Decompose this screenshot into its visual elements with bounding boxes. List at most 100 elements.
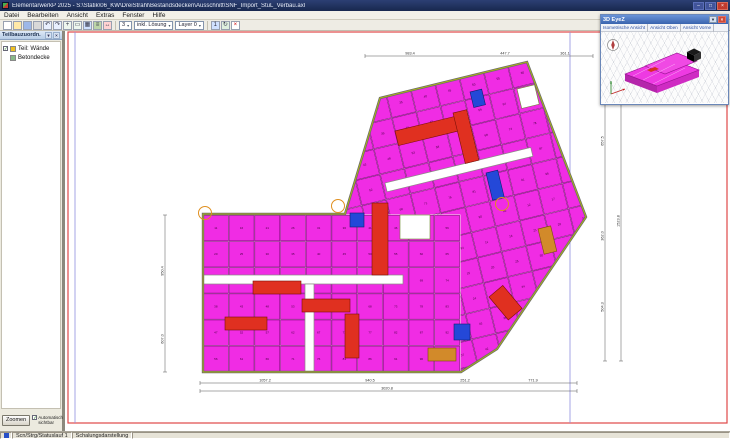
svg-text:32: 32 [624, 179, 629, 184]
svg-text:73: 73 [673, 274, 678, 279]
checkbox-checked[interactable]: ✓ [3, 46, 8, 51]
svg-text:361.1: 361.1 [560, 52, 570, 56]
undo-icon[interactable]: ↶ [43, 21, 52, 30]
svg-text:52: 52 [533, 335, 538, 340]
menu-bearbeiten[interactable]: Bearbeiten [23, 11, 62, 20]
svg-text:74: 74 [445, 278, 449, 282]
auto-visible-label: Automatisch sichtbar [38, 415, 63, 425]
svg-text:950.4: 950.4 [161, 266, 165, 276]
panel-footer: Zoomen ✓ Automatisch sichtbar [1, 410, 62, 430]
svg-text:1057.2: 1057.2 [259, 379, 271, 383]
svg-text:41: 41 [466, 57, 471, 62]
svg-text:74: 74 [551, 90, 556, 95]
svg-text:29: 29 [332, 143, 337, 148]
solution-number-combo[interactable]: 3 ▾ [119, 21, 132, 30]
3d-window-title: 3D EyeZ [603, 17, 708, 23]
3d-close-button[interactable]: × [718, 16, 726, 23]
svg-text:38: 38 [214, 305, 218, 309]
solution-mode-combo[interactable]: inkl. Lösung ▾ [134, 21, 173, 30]
minimize-button[interactable]: – [693, 2, 704, 10]
svg-text:87: 87 [420, 331, 424, 335]
svg-text:65: 65 [545, 64, 550, 69]
grid-icon[interactable]: ▦ [83, 21, 92, 30]
tree-item-betondecke[interactable]: Betondecke [10, 53, 59, 62]
svg-text:26: 26 [393, 75, 398, 80]
redo-icon[interactable]: ↷ [53, 21, 62, 30]
svg-text:25: 25 [350, 112, 355, 117]
auto-visible-option[interactable]: ✓ Automatisch sichtbar [32, 415, 63, 425]
page-one-icon[interactable]: 1 [211, 21, 220, 30]
svg-text:46: 46 [394, 226, 398, 230]
svg-text:47: 47 [344, 194, 349, 199]
menu-hilfe[interactable]: Hilfe [148, 11, 169, 20]
print-icon[interactable] [33, 21, 42, 30]
layer-combo[interactable]: Layer 0 ▾ [175, 21, 203, 30]
zoom-in-icon[interactable]: + [63, 21, 72, 30]
svg-text:88: 88 [581, 109, 586, 114]
auto-visible-label-line2: sichtbar [38, 420, 54, 425]
svg-text:45: 45 [343, 252, 347, 256]
save-icon[interactable] [23, 21, 32, 30]
zoom-fit-icon[interactable]: ▭ [73, 21, 82, 30]
svg-text:16: 16 [344, 87, 349, 92]
close-button[interactable]: × [717, 2, 728, 10]
panel-close-button[interactable]: × [53, 32, 60, 39]
tab-isometric-view[interactable]: Isometrische Ansicht [601, 24, 648, 32]
chevron-down-icon: ▾ [199, 23, 201, 28]
building-3d [625, 49, 701, 94]
svg-text:504.3: 504.3 [601, 302, 605, 312]
delete-icon[interactable]: × [231, 21, 240, 30]
svg-text:76: 76 [317, 357, 321, 361]
tab-front-view[interactable]: Ansicht Vorne [681, 24, 714, 32]
svg-text:38: 38 [338, 168, 343, 173]
position-marker [332, 200, 345, 213]
svg-text:51: 51 [491, 372, 496, 377]
svg-text:18: 18 [594, 160, 599, 165]
svg-text:68: 68 [649, 280, 654, 285]
svg-text:25: 25 [240, 252, 244, 256]
status-display-mode: Schalungsdarstellung [72, 432, 133, 439]
svg-text:65: 65 [445, 252, 449, 256]
svg-text:91: 91 [394, 357, 398, 361]
svg-text:63: 63 [624, 286, 629, 291]
new-icon[interactable] [3, 21, 12, 30]
svg-text:66: 66 [564, 354, 569, 359]
open-icon[interactable] [13, 21, 22, 30]
svg-text:36: 36 [441, 63, 446, 68]
tree-item-teil-waende[interactable]: ✓ Teil: Wände [3, 44, 59, 53]
3d-pin-button[interactable]: ▾ [709, 16, 717, 23]
svg-text:71: 71 [291, 357, 295, 361]
svg-text:49: 49 [594, 267, 599, 272]
layers-icon[interactable]: ≡ [93, 21, 102, 30]
refresh-icon[interactable]: ↻ [221, 21, 230, 30]
maximize-button[interactable]: □ [705, 2, 716, 10]
toolbar-separator [207, 21, 208, 30]
svg-text:31: 31 [317, 226, 321, 230]
svg-text:83: 83 [557, 115, 562, 120]
panel-collapse-button[interactable]: ▾ [45, 32, 52, 39]
svg-text:82: 82 [394, 331, 398, 335]
auto-visible-checkbox[interactable]: ✓ [32, 415, 37, 420]
svg-text:53: 53 [291, 305, 295, 309]
svg-text:21: 21 [266, 226, 270, 230]
tab-top-view[interactable]: Ansicht Oben [648, 24, 681, 32]
svg-text:41: 41 [630, 204, 635, 209]
svg-text:86: 86 [368, 357, 372, 361]
svg-text:251.2: 251.2 [460, 379, 470, 383]
menu-fenster[interactable]: Fenster [118, 11, 148, 20]
menu-extras[interactable]: Extras [92, 11, 118, 20]
svg-text:58: 58 [600, 292, 605, 297]
svg-text:72: 72 [630, 311, 635, 316]
layer-value: Layer 0 [178, 22, 196, 28]
menu-ansicht[interactable]: Ansicht [63, 11, 92, 20]
svg-text:62: 62 [582, 323, 587, 328]
menu-datei[interactable]: Datei [0, 11, 23, 20]
panel-header: Teilbauzuordn. ▾ × [0, 31, 62, 40]
zoom-button[interactable]: Zoomen [2, 415, 30, 426]
measure-icon[interactable]: ↔ [103, 21, 112, 30]
svg-text:61: 61 [563, 33, 568, 38]
svg-text:61: 61 [240, 357, 244, 361]
svg-text:48: 48 [551, 304, 556, 309]
3d-scene[interactable] [601, 32, 728, 103]
svg-text:34: 34 [356, 137, 361, 142]
